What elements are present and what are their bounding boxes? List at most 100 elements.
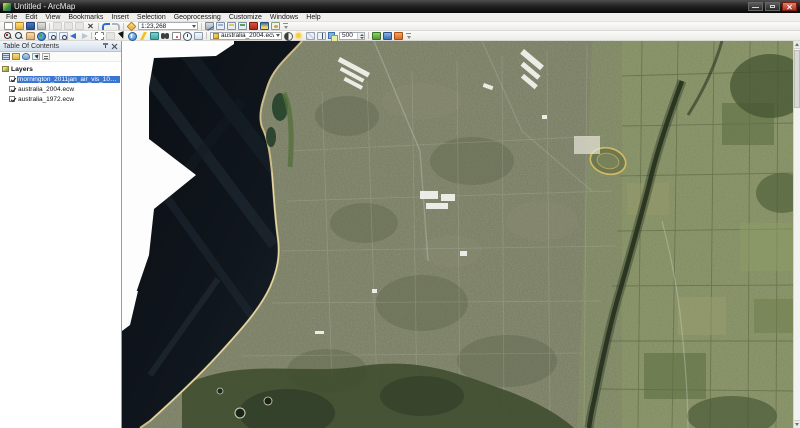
separator: [98, 22, 99, 30]
layer-name[interactable]: mornington_2011jan_air_vis_10cm_mga55.ec…: [17, 75, 120, 83]
layer-checkbox[interactable]: [9, 86, 15, 92]
swipe-layer-icon[interactable]: [317, 31, 326, 40]
scroll-down-arrow-icon[interactable]: [794, 420, 800, 428]
go-to-xy-icon[interactable]: [172, 31, 181, 40]
layer-name[interactable]: australia_1972.ecw: [17, 96, 75, 103]
go-forward-extent-icon[interactable]: [80, 32, 88, 40]
list-by-drawing-order-icon[interactable]: [2, 53, 10, 60]
delete-icon[interactable]: [86, 22, 95, 30]
transparency-icon[interactable]: [306, 31, 315, 40]
clear-selection-icon[interactable]: [106, 31, 115, 40]
menu-file[interactable]: File: [2, 14, 21, 21]
extra-tool-blue-icon[interactable]: [383, 31, 392, 40]
list-by-selection-icon[interactable]: [32, 53, 40, 60]
map-scale-combo[interactable]: 1:23,268: [138, 22, 198, 30]
map-scale-value: 1:23,268: [141, 22, 167, 30]
close-icon[interactable]: [111, 43, 118, 50]
aerial-imagery: [122, 41, 793, 428]
spinner-arrows[interactable]: [357, 32, 364, 39]
select-elements-icon[interactable]: [117, 32, 126, 40]
pin-icon[interactable]: [102, 42, 109, 50]
arcmap-app-icon: [3, 2, 11, 11]
toolbar-overflow-icon[interactable]: [405, 32, 412, 40]
brightness-icon[interactable]: [295, 32, 304, 40]
open-folder-icon[interactable]: [15, 22, 24, 30]
menu-bar: File Edit View Bookmarks Insert Selectio…: [0, 13, 800, 22]
layer-name[interactable]: australia_2004.ecw: [17, 86, 75, 93]
print-icon[interactable]: [37, 22, 46, 30]
layer-row[interactable]: mornington_2011jan_air_vis_10cm_mga55.ec…: [2, 74, 120, 84]
fixed-zoom-out-icon[interactable]: [59, 31, 68, 40]
toolbar-overflow-icon[interactable]: [282, 22, 289, 30]
editor-sketch-icon[interactable]: [205, 22, 214, 30]
modelbuilder-icon[interactable]: [271, 22, 280, 30]
undo-icon[interactable]: [102, 22, 110, 30]
zoom-in-icon[interactable]: [4, 31, 13, 40]
layers-root-label: Layers: [11, 65, 33, 73]
arcmap-window: Untitled - ArcMap File Edit View Bookmar…: [0, 0, 800, 428]
effects-layer-combo[interactable]: australia_2004.ecw: [210, 31, 282, 40]
chevron-down-icon: [192, 24, 196, 28]
paste-icon[interactable]: [75, 22, 84, 30]
new-document-icon[interactable]: [4, 22, 13, 30]
hyperlink-icon[interactable]: [139, 32, 148, 40]
menu-bookmarks[interactable]: Bookmarks: [64, 14, 107, 21]
pan-icon[interactable]: [26, 31, 35, 40]
html-popup-icon[interactable]: [194, 31, 203, 40]
redo-icon[interactable]: [112, 22, 120, 30]
extra-tool-green-icon[interactable]: [372, 31, 381, 40]
scroll-up-arrow-icon[interactable]: [794, 41, 800, 49]
close-button[interactable]: [782, 2, 797, 11]
python-window-icon[interactable]: [260, 22, 269, 30]
add-data-icon[interactable]: [126, 21, 137, 31]
separator: [49, 22, 50, 30]
layers-root-row[interactable]: Layers: [2, 64, 120, 74]
search-window-icon[interactable]: [238, 22, 247, 30]
map-vertical-scrollbar[interactable]: [793, 41, 800, 428]
list-by-visibility-icon[interactable]: [22, 53, 30, 60]
zoom-out-icon[interactable]: [15, 31, 24, 40]
list-by-source-icon[interactable]: [12, 53, 20, 60]
standard-toolbar: 1:23,268: [0, 21, 800, 31]
minimize-button[interactable]: [748, 2, 763, 11]
identify-icon[interactable]: [128, 31, 137, 41]
catalog-window-icon[interactable]: [227, 22, 236, 30]
save-icon[interactable]: [26, 22, 35, 30]
chevron-down-icon: [276, 34, 280, 37]
menu-customize[interactable]: Customize: [225, 14, 266, 21]
toc-window-icon[interactable]: [216, 22, 225, 30]
menu-help[interactable]: Help: [302, 14, 324, 21]
menu-selection[interactable]: Selection: [133, 14, 170, 21]
copy-icon[interactable]: [64, 22, 73, 30]
toc-options-icon[interactable]: [42, 53, 50, 60]
maximize-button[interactable]: [765, 2, 780, 11]
layer-checkbox[interactable]: [9, 76, 15, 82]
layer-row[interactable]: australia_2004.ecw: [2, 84, 120, 94]
flicker-rate-spinbox[interactable]: 500: [339, 31, 365, 40]
menu-geoprocessing[interactable]: Geoprocessing: [170, 14, 225, 21]
cut-icon[interactable]: [53, 22, 62, 30]
layer-row[interactable]: australia_1972.ecw: [2, 94, 120, 104]
menu-windows[interactable]: Windows: [266, 14, 302, 21]
extra-tool-orange-icon[interactable]: [394, 31, 403, 40]
select-features-icon[interactable]: [95, 31, 104, 40]
menu-view[interactable]: View: [41, 14, 64, 21]
go-back-extent-icon[interactable]: [70, 32, 78, 40]
separator: [201, 22, 202, 30]
flicker-layer-icon[interactable]: [328, 31, 338, 42]
time-slider-icon[interactable]: [183, 31, 192, 41]
map-view[interactable]: [122, 41, 800, 428]
menu-insert[interactable]: Insert: [107, 14, 133, 21]
measure-icon[interactable]: [150, 31, 159, 40]
contrast-icon[interactable]: [284, 31, 293, 41]
full-extent-icon[interactable]: [37, 31, 46, 41]
arctoolbox-icon[interactable]: [249, 22, 258, 30]
fixed-zoom-in-icon[interactable]: [48, 31, 57, 40]
separator: [368, 32, 369, 39]
scrollbar-thumb[interactable]: [794, 50, 800, 108]
menu-edit[interactable]: Edit: [21, 14, 41, 21]
toc-layer-tree: Layers mornington_2011jan_air_vis_10cm_m…: [0, 62, 121, 428]
find-icon[interactable]: [161, 32, 170, 40]
tools-toolbar: australia_2004.ecw 500: [0, 31, 800, 42]
layer-checkbox[interactable]: [9, 96, 15, 102]
